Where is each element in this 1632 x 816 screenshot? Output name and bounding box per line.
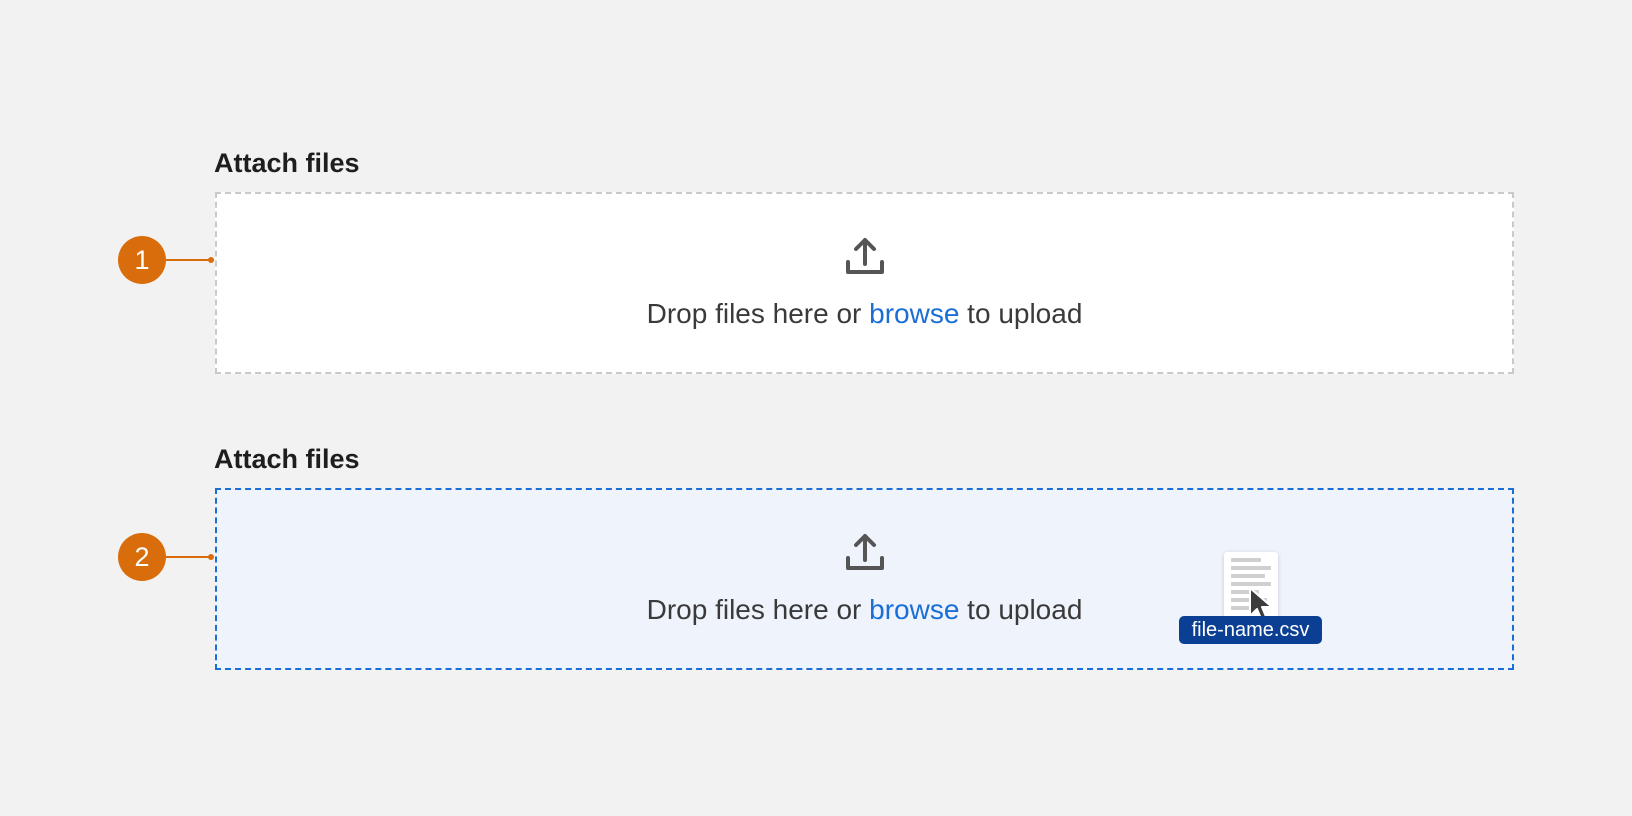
upload-icon xyxy=(845,534,884,570)
browse-link[interactable]: browse xyxy=(869,594,959,625)
upload-icon xyxy=(845,238,884,274)
dropzone-text-before: Drop files here or xyxy=(646,298,870,329)
dropzone-text-before: Drop files here or xyxy=(646,594,870,625)
dragged-file-name: file-name.csv xyxy=(1179,616,1322,644)
section-label-2: Attach files xyxy=(214,444,360,474)
callout-line xyxy=(166,259,210,261)
section-label-1: Attach files xyxy=(214,148,360,178)
callout-dot xyxy=(208,257,214,263)
callout-dot xyxy=(208,554,214,560)
callout-1: 1 xyxy=(118,236,216,284)
callout-2: 2 xyxy=(118,533,216,581)
dropzone-instructions: Drop files here or browse to upload xyxy=(217,297,1512,331)
callout-line xyxy=(166,556,210,558)
callout-badge-1: 1 xyxy=(118,236,166,284)
browse-link[interactable]: browse xyxy=(869,298,959,329)
file-dropzone-default[interactable]: Drop files here or browse to upload xyxy=(215,192,1514,374)
callout-badge-2: 2 xyxy=(118,533,166,581)
dropzone-text-after: to upload xyxy=(959,298,1083,329)
dropzone-text-after: to upload xyxy=(959,594,1083,625)
